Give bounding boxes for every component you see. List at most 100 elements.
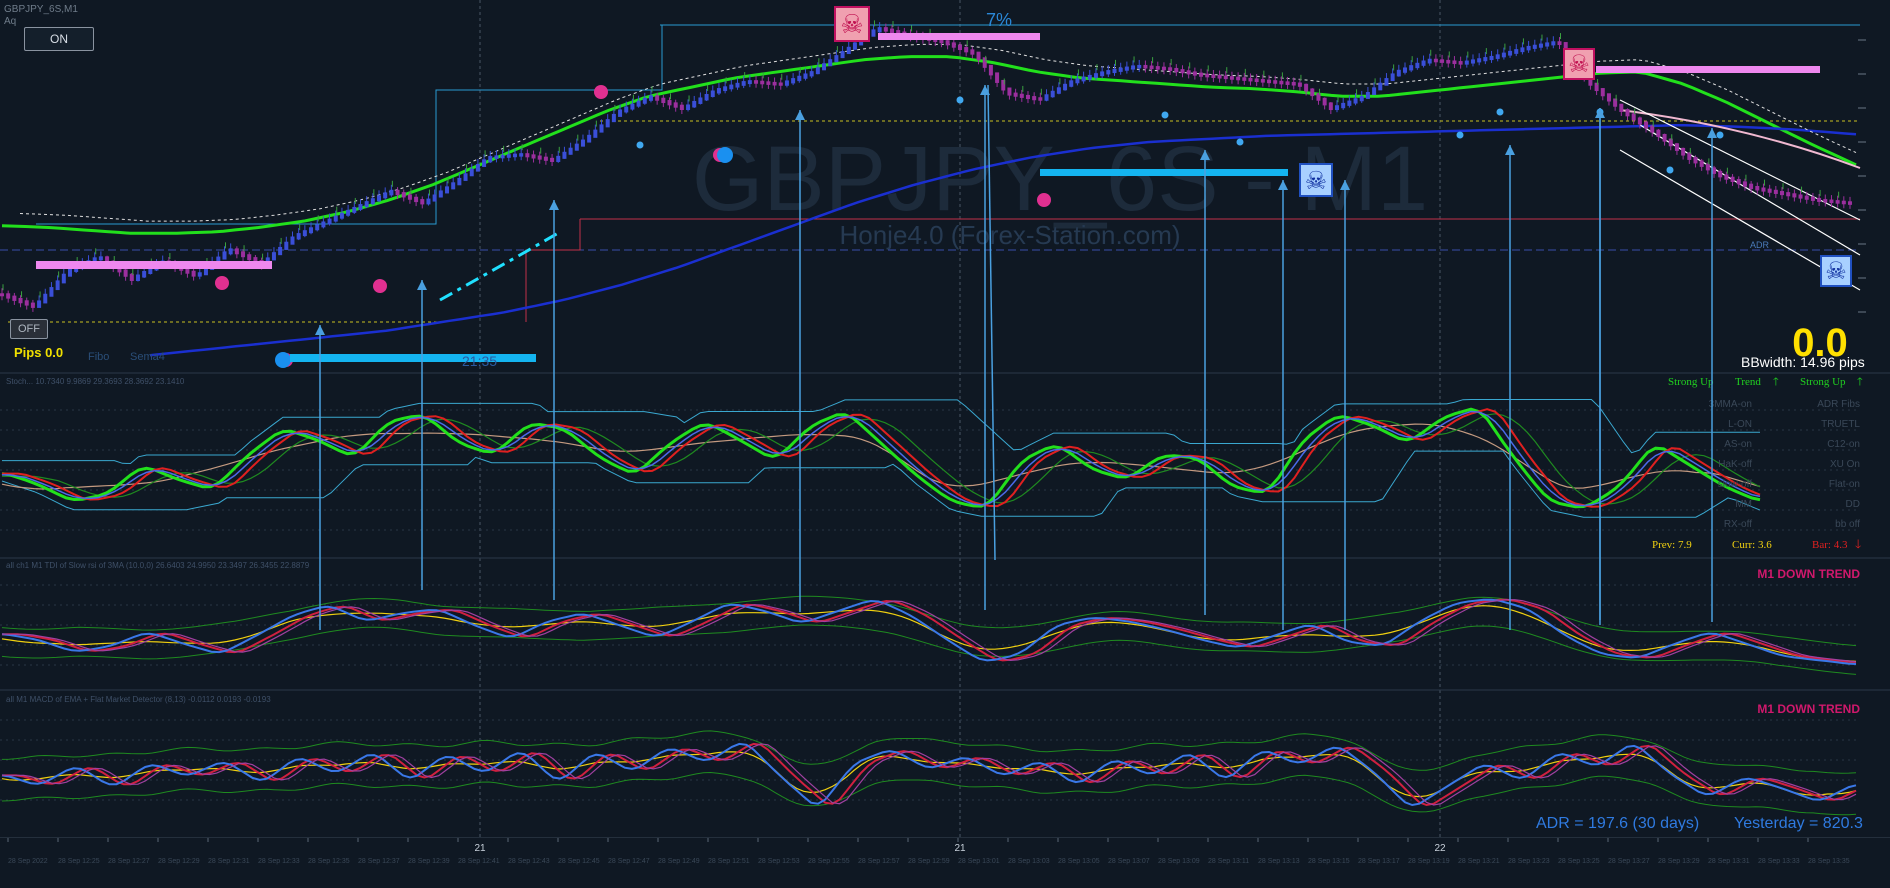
- signal-dot: [717, 147, 733, 163]
- candle-body: [1310, 88, 1315, 97]
- candle-body: [1192, 71, 1197, 76]
- buy-zone-bar-2: [1040, 169, 1288, 176]
- candle-body: [1780, 190, 1785, 196]
- candle-body: [605, 119, 610, 128]
- time-tick-label: 28 Sep 12:39: [408, 858, 450, 865]
- up-arrow-icon: 🡑: [1773, 375, 1779, 388]
- candle-body: [1205, 73, 1210, 78]
- adr-side-label: ADR: [1750, 240, 1770, 250]
- candle-body: [494, 155, 499, 159]
- candle-body: [846, 46, 851, 55]
- candle-body: [512, 153, 517, 158]
- time-tick-label: 28 Sep 13:01: [958, 858, 1000, 865]
- candle-body: [278, 246, 283, 256]
- candle-body: [834, 55, 839, 63]
- signal-dot-small: [1161, 111, 1169, 119]
- time-tick-label: 28 Sep 13:19: [1408, 858, 1450, 865]
- candle-body: [729, 84, 734, 90]
- candle-body: [754, 80, 759, 84]
- candle-body: [1508, 50, 1513, 56]
- candle-body: [1625, 108, 1630, 117]
- candle-body: [1730, 176, 1735, 183]
- panel2-title: Stoch... 10.7340 9.9869 29.3693 28.3692 …: [6, 377, 185, 386]
- time-tick-label: 28 Sep 13:15: [1308, 858, 1350, 865]
- candle-body: [1637, 117, 1642, 125]
- candle-body: [309, 227, 314, 234]
- skull-icon: ☠: [1299, 163, 1333, 197]
- candle-body: [1464, 60, 1469, 65]
- candle-body: [630, 103, 635, 110]
- candle-body: [686, 104, 691, 111]
- on-button[interactable]: ON: [24, 27, 94, 51]
- candle-body: [1415, 62, 1420, 69]
- candle-body: [815, 67, 820, 75]
- candle-body: [1025, 94, 1030, 100]
- candle-body: [457, 177, 462, 186]
- candle-body: [1242, 77, 1247, 81]
- candle-body: [1328, 102, 1333, 111]
- candle-body: [1378, 82, 1383, 91]
- candle-body: [197, 272, 202, 277]
- sell-zone-bar-3: [1596, 66, 1820, 73]
- candle-body: [1600, 88, 1605, 97]
- candle-body: [1810, 196, 1815, 201]
- candle-body: [1161, 66, 1166, 71]
- candle-body: [1674, 143, 1679, 151]
- time-tick-label: 28 Sep 12:51: [708, 858, 750, 865]
- sell-zone-bar-1: [36, 261, 272, 269]
- candle-body: [18, 297, 23, 304]
- setting-label: AS-on: [1724, 439, 1752, 450]
- candle-body: [1798, 194, 1803, 199]
- prev-label: Prev: 7.9: [1652, 539, 1692, 551]
- time-tick-label: 28 Sep 12:25: [58, 858, 100, 865]
- day-label: 22: [1434, 843, 1446, 854]
- setting-label: slow-off: [1718, 479, 1752, 490]
- off-button[interactable]: OFF: [10, 319, 48, 339]
- time-tick-label: 28 Sep 12:35: [308, 858, 350, 865]
- candle-body: [61, 273, 66, 284]
- candle-body: [43, 293, 48, 304]
- skull-icon: ☠: [1563, 48, 1595, 80]
- candle-body: [191, 270, 196, 277]
- candle-body: [12, 295, 17, 301]
- candle-body: [1551, 41, 1556, 46]
- trading-chart[interactable]: GBPJPY_6S - M1 Honje4.0 (Forex-Station.c…: [0, 0, 1890, 888]
- trend-label: M1 DOWN TREND: [1757, 702, 1860, 716]
- candle-body: [951, 42, 956, 48]
- setting-label: RX-off: [1724, 519, 1752, 530]
- candle-body: [1081, 76, 1086, 82]
- candle-body: [1180, 69, 1185, 74]
- candle-body: [648, 95, 653, 101]
- setting-label: HaK-off: [1718, 459, 1752, 470]
- candle-body: [1736, 179, 1741, 185]
- time-tick-label: 28 Sep 13:29: [1658, 858, 1700, 865]
- candle-body: [1557, 41, 1562, 46]
- candle-body: [1186, 70, 1191, 75]
- candle-body: [0, 293, 4, 297]
- candle-body: [1421, 60, 1426, 66]
- time-tick-label: 28 Sep 13:21: [1458, 858, 1500, 865]
- signal-dot-small: [1666, 166, 1674, 174]
- candle-body: [1199, 72, 1204, 77]
- candle-body: [1520, 47, 1525, 53]
- candle-body: [1260, 79, 1265, 83]
- time-tick-label: 28 Sep 13:17: [1358, 858, 1400, 865]
- candle-body: [580, 139, 585, 147]
- time-tick-label: 28 Sep 13:33: [1758, 858, 1800, 865]
- candle-body: [531, 154, 536, 159]
- candle-body: [6, 293, 11, 299]
- candle-body: [1100, 71, 1105, 77]
- candle-body: [1143, 64, 1148, 69]
- candle-body: [1761, 187, 1766, 192]
- signal-dot: [215, 276, 229, 290]
- trend-label: M1 DOWN TREND: [1757, 567, 1860, 581]
- candle-body: [1396, 69, 1401, 77]
- candle-body: [1823, 198, 1828, 203]
- candle-body: [228, 248, 233, 255]
- bar-label: Bar: 4.3: [1812, 539, 1848, 551]
- candle-body: [778, 82, 783, 86]
- candle-body: [1699, 160, 1704, 167]
- candle-body: [1532, 44, 1537, 49]
- candle-body: [1606, 93, 1611, 102]
- signal-dot: [373, 279, 387, 293]
